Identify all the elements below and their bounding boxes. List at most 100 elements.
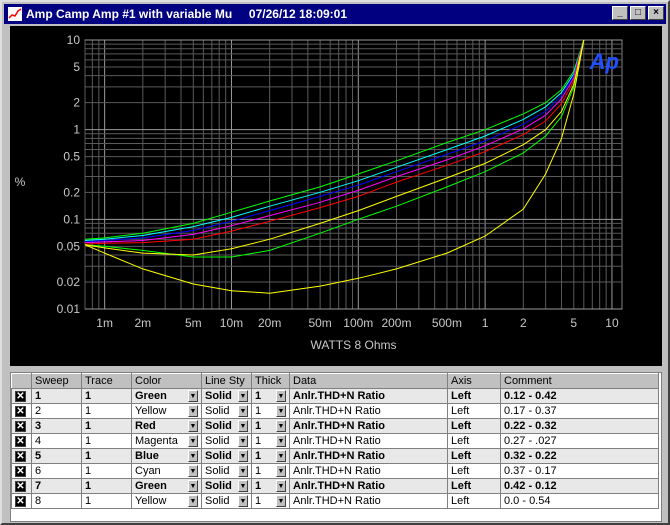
row-checkbox-cell[interactable]: ✕ <box>11 418 32 434</box>
row-checkbox-cell[interactable]: ✕ <box>11 478 32 494</box>
enable-checkbox[interactable]: ✕ <box>15 496 26 508</box>
thick-cell[interactable]: 1 ▼ <box>251 403 290 419</box>
thick-cell[interactable]: 1 ▼ <box>251 493 290 509</box>
color-dropdown-icon[interactable]: ▼ <box>188 435 198 447</box>
line-style-cell[interactable]: Solid ▼ <box>201 433 252 449</box>
trace-cell[interactable]: 1 <box>81 418 132 434</box>
line-style-cell[interactable]: Solid ▼ <box>201 448 252 464</box>
thick-cell[interactable]: 1 ▼ <box>251 463 290 479</box>
axis-cell[interactable]: Left <box>447 403 501 419</box>
header-line-style[interactable]: Line Sty <box>201 373 252 389</box>
enable-checkbox[interactable]: ✕ <box>15 466 26 478</box>
table-row[interactable]: ✕ 8 1 Yellow ▼ Solid ▼ 1 ▼ Anlr.THD+N Ratio Left 0.… <box>11 493 659 509</box>
trace-cell[interactable]: 1 <box>81 493 132 509</box>
header-comment[interactable]: Comment <box>500 373 659 389</box>
color-cell[interactable]: Blue ▼ <box>131 448 202 464</box>
table-row[interactable]: ✕ 4 1 Magenta ▼ Solid ▼ 1 ▼ Anlr.THD+N Ratio Left 0… <box>11 433 659 449</box>
color-dropdown-icon[interactable]: ▼ <box>188 495 198 507</box>
row-checkbox-cell[interactable]: ✕ <box>11 463 32 479</box>
table-row[interactable]: ✕ 1 1 Green ▼ Solid ▼ 1 ▼ Anlr.THD+N Ratio Left 0.1… <box>11 388 659 404</box>
comment-cell[interactable]: 0.0 - 0.54 <box>500 493 659 509</box>
table-row[interactable]: ✕ 6 1 Cyan ▼ Solid ▼ 1 ▼ Anlr.THD+N Ratio Left 0.37… <box>11 463 659 479</box>
thick-cell[interactable]: 1 ▼ <box>251 433 290 449</box>
line-style-cell[interactable]: Solid ▼ <box>201 403 252 419</box>
color-dropdown-icon[interactable]: ▼ <box>188 450 198 462</box>
table-row[interactable]: ✕ 5 1 Blue ▼ Solid ▼ 1 ▼ Anlr.THD+N Ratio Left 0.32… <box>11 448 659 464</box>
enable-checkbox[interactable]: ✕ <box>15 406 26 418</box>
row-checkbox-cell[interactable]: ✕ <box>11 448 32 464</box>
thick-cell[interactable]: 1 ▼ <box>251 418 290 434</box>
line-style-dropdown-icon[interactable]: ▼ <box>238 435 248 447</box>
comment-cell[interactable]: 0.42 - 0.12 <box>500 478 659 494</box>
thick-dropdown-icon[interactable]: ▼ <box>276 450 286 462</box>
title-bar[interactable]: Amp Camp Amp #1 with variable Mu 07/26/1… <box>4 4 666 24</box>
graph-app-icon[interactable] <box>8 7 22 21</box>
data-cell[interactable]: Anlr.THD+N Ratio <box>289 433 448 449</box>
comment-cell[interactable]: 0.37 - 0.17 <box>500 463 659 479</box>
sweep-cell[interactable]: 7 <box>31 478 82 494</box>
enable-checkbox[interactable]: ✕ <box>15 451 26 463</box>
comment-cell[interactable]: 0.17 - 0.37 <box>500 403 659 419</box>
sweep-cell[interactable]: 5 <box>31 448 82 464</box>
line-style-dropdown-icon[interactable]: ▼ <box>238 450 248 462</box>
thick-cell[interactable]: 1 ▼ <box>251 478 290 494</box>
data-cell[interactable]: Anlr.THD+N Ratio <box>289 463 448 479</box>
enable-checkbox[interactable]: ✕ <box>15 421 26 433</box>
trace-cell[interactable]: 1 <box>81 448 132 464</box>
maximize-button[interactable]: □ <box>630 6 646 20</box>
table-row[interactable]: ✕ 3 1 Red ▼ Solid ▼ 1 ▼ Anlr.THD+N Ratio Left 0.22 … <box>11 418 659 434</box>
data-cell[interactable]: Anlr.THD+N Ratio <box>289 418 448 434</box>
color-dropdown-icon[interactable]: ▼ <box>188 390 198 402</box>
thick-dropdown-icon[interactable]: ▼ <box>276 435 286 447</box>
axis-cell[interactable]: Left <box>447 433 501 449</box>
line-style-cell[interactable]: Solid ▼ <box>201 493 252 509</box>
row-checkbox-cell[interactable]: ✕ <box>11 403 32 419</box>
enable-checkbox[interactable]: ✕ <box>15 391 26 403</box>
thick-dropdown-icon[interactable]: ▼ <box>276 495 286 507</box>
color-cell[interactable]: Cyan ▼ <box>131 463 202 479</box>
data-cell[interactable]: Anlr.THD+N Ratio <box>289 478 448 494</box>
row-checkbox-cell[interactable]: ✕ <box>11 493 32 509</box>
header-data[interactable]: Data <box>289 373 448 389</box>
color-dropdown-icon[interactable]: ▼ <box>188 420 198 432</box>
minimize-button[interactable]: _ <box>612 6 628 20</box>
enable-checkbox[interactable]: ✕ <box>15 481 26 493</box>
sweep-cell[interactable]: 4 <box>31 433 82 449</box>
axis-cell[interactable]: Left <box>447 493 501 509</box>
row-checkbox-cell[interactable]: ✕ <box>11 433 32 449</box>
color-dropdown-icon[interactable]: ▼ <box>188 405 198 417</box>
data-cell[interactable]: Anlr.THD+N Ratio <box>289 448 448 464</box>
color-dropdown-icon[interactable]: ▼ <box>188 480 198 492</box>
data-cell[interactable]: Anlr.THD+N Ratio <box>289 403 448 419</box>
sweep-cell[interactable]: 3 <box>31 418 82 434</box>
line-style-dropdown-icon[interactable]: ▼ <box>238 495 248 507</box>
line-style-cell[interactable]: Solid ▼ <box>201 463 252 479</box>
color-cell[interactable]: Yellow ▼ <box>131 403 202 419</box>
header-checkbox[interactable] <box>11 373 32 389</box>
thick-cell[interactable]: 1 ▼ <box>251 448 290 464</box>
trace-cell[interactable]: 1 <box>81 463 132 479</box>
row-checkbox-cell[interactable]: ✕ <box>11 388 32 404</box>
line-style-dropdown-icon[interactable]: ▼ <box>238 390 248 402</box>
comment-cell[interactable]: 0.27 - .027 <box>500 433 659 449</box>
header-axis[interactable]: Axis <box>447 373 501 389</box>
axis-cell[interactable]: Left <box>447 448 501 464</box>
line-style-dropdown-icon[interactable]: ▼ <box>238 465 248 477</box>
color-dropdown-icon[interactable]: ▼ <box>188 465 198 477</box>
sweep-cell[interactable]: 1 <box>31 388 82 404</box>
enable-checkbox[interactable]: ✕ <box>15 436 26 448</box>
header-thick[interactable]: Thick <box>251 373 290 389</box>
line-style-cell[interactable]: Solid ▼ <box>201 478 252 494</box>
close-button[interactable]: × <box>648 6 664 20</box>
color-cell[interactable]: Green ▼ <box>131 388 202 404</box>
table-row[interactable]: ✕ 2 1 Yellow ▼ Solid ▼ 1 ▼ Anlr.THD+N Ratio Left 0.… <box>11 403 659 419</box>
color-cell[interactable]: Yellow ▼ <box>131 493 202 509</box>
trace-cell[interactable]: 1 <box>81 388 132 404</box>
comment-cell[interactable]: 0.22 - 0.32 <box>500 418 659 434</box>
axis-cell[interactable]: Left <box>447 478 501 494</box>
line-style-cell[interactable]: Solid ▼ <box>201 418 252 434</box>
color-cell[interactable]: Magenta ▼ <box>131 433 202 449</box>
thick-dropdown-icon[interactable]: ▼ <box>276 465 286 477</box>
line-style-dropdown-icon[interactable]: ▼ <box>238 405 248 417</box>
line-style-cell[interactable]: Solid ▼ <box>201 388 252 404</box>
